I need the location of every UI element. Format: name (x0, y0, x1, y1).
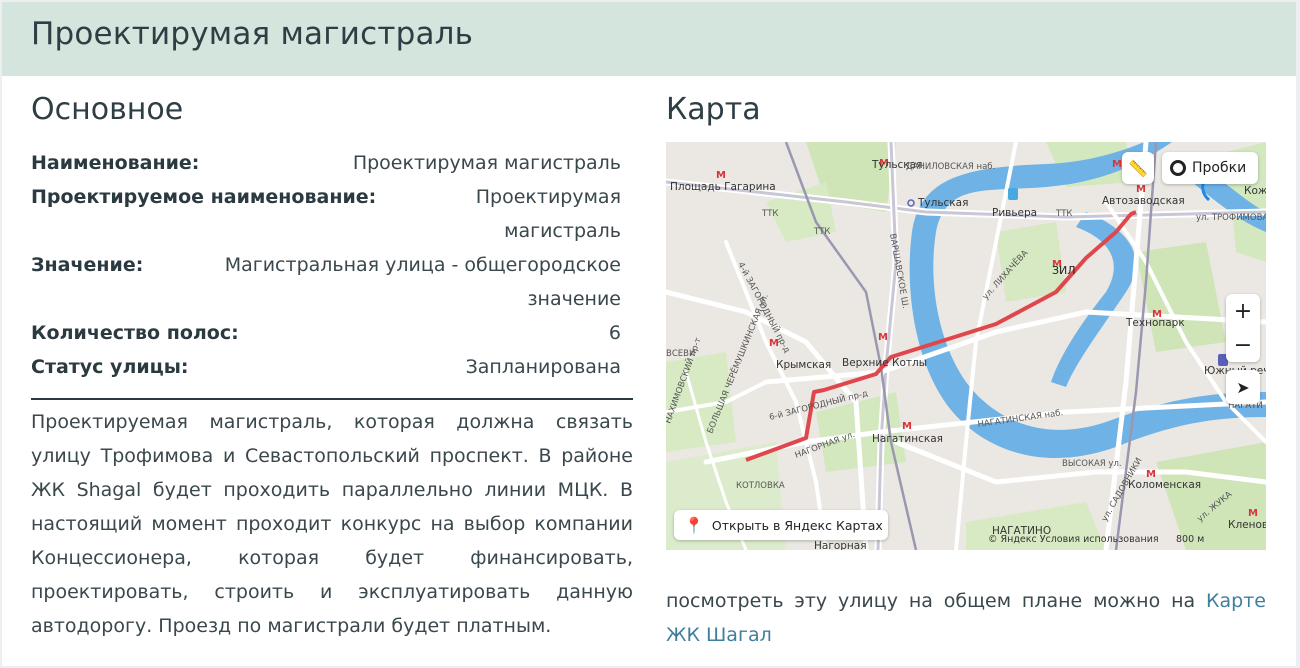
property-key: Статус улицы: (31, 356, 189, 378)
map-label: М (716, 170, 726, 181)
map-label: Коломенская (1128, 479, 1201, 491)
section-divider (31, 398, 633, 400)
geolocation-button[interactable]: ➤ (1226, 370, 1260, 404)
property-row-projected-name: Проектируемое наименование: Проектирумая… (31, 180, 621, 248)
map-label: М (1112, 159, 1122, 170)
property-row-name: Наименование: Проектирумая магистраль (31, 146, 621, 180)
zoom-in-button[interactable]: + (1226, 294, 1260, 328)
street-description: Проектируемая магистраль, которая должна… (31, 411, 633, 637)
map-label: ТТК (761, 209, 778, 219)
page-frame: Проектирумая магистраль Основное Наимено… (2, 2, 1296, 666)
page-header: Проектирумая магистраль (2, 2, 1296, 76)
general-plan-note-text: посмотреть эту улицу на общем плане можн… (666, 590, 1207, 612)
map-label: Тульская (917, 197, 968, 209)
map-pin-icon: 📍 (684, 515, 704, 535)
property-key: Проектируемое наименование: (31, 186, 377, 208)
ruler-button[interactable]: 📏 (1122, 152, 1154, 184)
map-label: Нагатинская (872, 433, 943, 445)
map-label: ТТК (813, 227, 830, 237)
map-label: Технопарк (1125, 317, 1185, 329)
property-row-status: Статус улицы: Запланирована (31, 350, 621, 384)
section-heading-map: Карта (666, 92, 761, 127)
map-label: ВЫСОКАЯ ул. (1062, 459, 1122, 469)
property-value: Проектирумая магистраль (352, 152, 621, 174)
map-copyright[interactable]: © Яндекс Условия использования (988, 534, 1159, 545)
map-label: ДАНИЛОВСКАЯ наб. (906, 162, 995, 172)
zoom-out-button[interactable]: − (1226, 328, 1260, 362)
traffic-button[interactable]: Пробки (1162, 152, 1258, 184)
map-label: Площадь Гагарина (670, 181, 776, 193)
map-label: М (1248, 508, 1258, 519)
map-label: ЗИЛ (1052, 264, 1076, 277)
property-value: Магистральная улица - общегородское знач… (224, 254, 621, 310)
yandex-map[interactable]: М М М М М М М М М М М М Пло (666, 142, 1266, 550)
map-label: М (1136, 184, 1146, 195)
open-in-yandex-maps-label: Открыть в Яндекс Картах (711, 517, 883, 533)
ruler-icon: 📏 (1128, 158, 1148, 178)
property-key: Количество полос: (31, 322, 239, 344)
map-label: КОТЛОВКА (736, 481, 785, 491)
map-label: Крымская (776, 359, 831, 371)
page-title: Проектирумая магистраль (31, 16, 474, 52)
map-label: М (902, 421, 912, 432)
map-label: Нагорная (814, 540, 867, 550)
property-row-lanes: Количество полос: 6 (31, 316, 621, 350)
property-key: Наименование: (31, 152, 200, 174)
property-value: Запланирована (465, 356, 621, 378)
map-label: Верхние Котлы (842, 357, 927, 369)
traffic-icon (1170, 160, 1186, 176)
map-label: Кож (1244, 185, 1266, 197)
map-canvas: М М М М М М М М М М М М Пло (666, 142, 1266, 550)
zoom-control: + − (1226, 294, 1260, 362)
navigation-arrow-icon: ➤ (1236, 377, 1250, 397)
map-label: М (878, 332, 888, 343)
map-scale: 800 м (1176, 534, 1205, 545)
map-label: ТТК (1055, 209, 1072, 219)
general-plan-note: посмотреть эту улицу на общем плане можн… (666, 584, 1266, 652)
map-label: ул. ТРОФИМОВА (1196, 213, 1266, 223)
open-in-yandex-maps-button[interactable]: 📍 Открыть в Яндекс Картах (674, 510, 888, 540)
properties-list: Наименование: Проектирумая магистраль Пр… (31, 146, 621, 384)
property-value: Проектирумая магистраль (475, 186, 621, 242)
property-key: Значение: (31, 254, 144, 276)
map-label: Ривьера (992, 207, 1037, 219)
map-label: Кленов бульв (1228, 519, 1266, 531)
map-label: Автозаводская (1102, 195, 1185, 207)
traffic-label: Пробки (1192, 160, 1247, 176)
property-row-significance: Значение: Магистральная улица - общегоро… (31, 248, 621, 316)
property-value: 6 (608, 322, 621, 344)
section-heading-main: Основное (31, 92, 184, 127)
